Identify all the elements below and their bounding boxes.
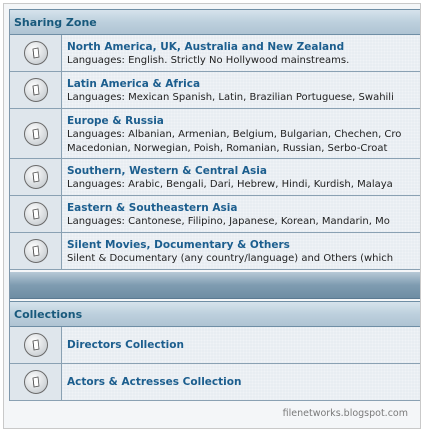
forum-row: Southern, Western & Central Asia Languag…: [10, 159, 420, 196]
folder-read-icon: [23, 121, 48, 146]
folder-read-icon: [23, 239, 48, 263]
forum-description: Languages: English. Strictly No Hollywoo…: [67, 55, 350, 66]
forum-status-cell: [10, 35, 62, 71]
forum-row: Eastern & Southeastern Asia Languages: C…: [10, 196, 420, 233]
forum-row: North America, UK, Australia and New Zea…: [10, 35, 420, 72]
category-title[interactable]: Sharing Zone: [14, 16, 97, 29]
forum-description: Macedonian, Norwegian, Poish, Romanian, …: [67, 143, 388, 154]
forum-index: Sharing Zone North America, UK, Australi…: [9, 9, 420, 401]
forum-row: Silent Movies, Documentary & Others Sile…: [10, 233, 420, 270]
folder-read-icon: [23, 202, 48, 226]
category-header-collections[interactable]: Collections: [10, 301, 420, 327]
forum-description: Languages: Cantonese, Filipino, Japanese…: [67, 216, 390, 227]
forum-title-link[interactable]: North America, UK, Australia and New Zea…: [67, 40, 420, 54]
forum-description: Languages: Albanian, Armenian, Belgium, …: [67, 129, 402, 140]
screenshot-frame: Sharing Zone North America, UK, Australi…: [3, 3, 421, 429]
category-header-sharing-zone[interactable]: Sharing Zone: [10, 9, 420, 35]
folder-read-icon: [23, 78, 48, 102]
forum-title-link[interactable]: Latin America & Africa: [67, 77, 420, 91]
forum-info: Latin America & Africa Languages: Mexica…: [62, 72, 420, 108]
folder-read-icon: [23, 333, 48, 357]
forum-info: Directors Collection: [62, 327, 420, 363]
folder-read-icon: [23, 41, 48, 65]
forum-description: Languages: Arabic, Bengali, Dari, Hebrew…: [67, 179, 393, 190]
forum-title-link[interactable]: Silent Movies, Documentary & Others: [67, 238, 420, 252]
forum-status-cell: [10, 327, 62, 363]
forum-status-cell: [10, 72, 62, 108]
forum-description: Languages: Mexican Spanish, Latin, Brazi…: [67, 92, 394, 103]
forum-info: Europe & Russia Languages: Albanian, Arm…: [62, 109, 420, 158]
forum-info: Southern, Western & Central Asia Languag…: [62, 159, 420, 195]
folder-read-icon: [23, 370, 48, 394]
category-title[interactable]: Collections: [14, 308, 82, 321]
forum-title-link[interactable]: Actors & Actresses Collection: [67, 375, 241, 389]
forum-status-cell: [10, 233, 62, 269]
forum-title-link[interactable]: Europe & Russia: [67, 114, 420, 128]
forum-info: Actors & Actresses Collection: [62, 364, 420, 400]
forum-info: Eastern & Southeastern Asia Languages: C…: [62, 196, 420, 232]
folder-read-icon: [23, 165, 48, 189]
category-footer-bar: [10, 272, 420, 299]
forum-description: Silent & Documentary (any country/langua…: [67, 253, 394, 264]
forum-status-cell: [10, 159, 62, 195]
forum-status-cell: [10, 109, 62, 158]
watermark-text: filenetworks.blogspot.com: [282, 408, 408, 419]
forum-info: Silent Movies, Documentary & Others Sile…: [62, 233, 420, 269]
forum-status-cell: [10, 364, 62, 400]
forum-row: Europe & Russia Languages: Albanian, Arm…: [10, 109, 420, 159]
forum-title-link[interactable]: Directors Collection: [67, 338, 184, 352]
forum-title-link[interactable]: Eastern & Southeastern Asia: [67, 201, 420, 215]
forum-status-cell: [10, 196, 62, 232]
forum-row: Actors & Actresses Collection: [10, 364, 420, 401]
forum-title-link[interactable]: Southern, Western & Central Asia: [67, 164, 420, 178]
forum-row: Directors Collection: [10, 327, 420, 364]
forum-row: Latin America & Africa Languages: Mexica…: [10, 72, 420, 109]
forum-info: North America, UK, Australia and New Zea…: [62, 35, 420, 71]
